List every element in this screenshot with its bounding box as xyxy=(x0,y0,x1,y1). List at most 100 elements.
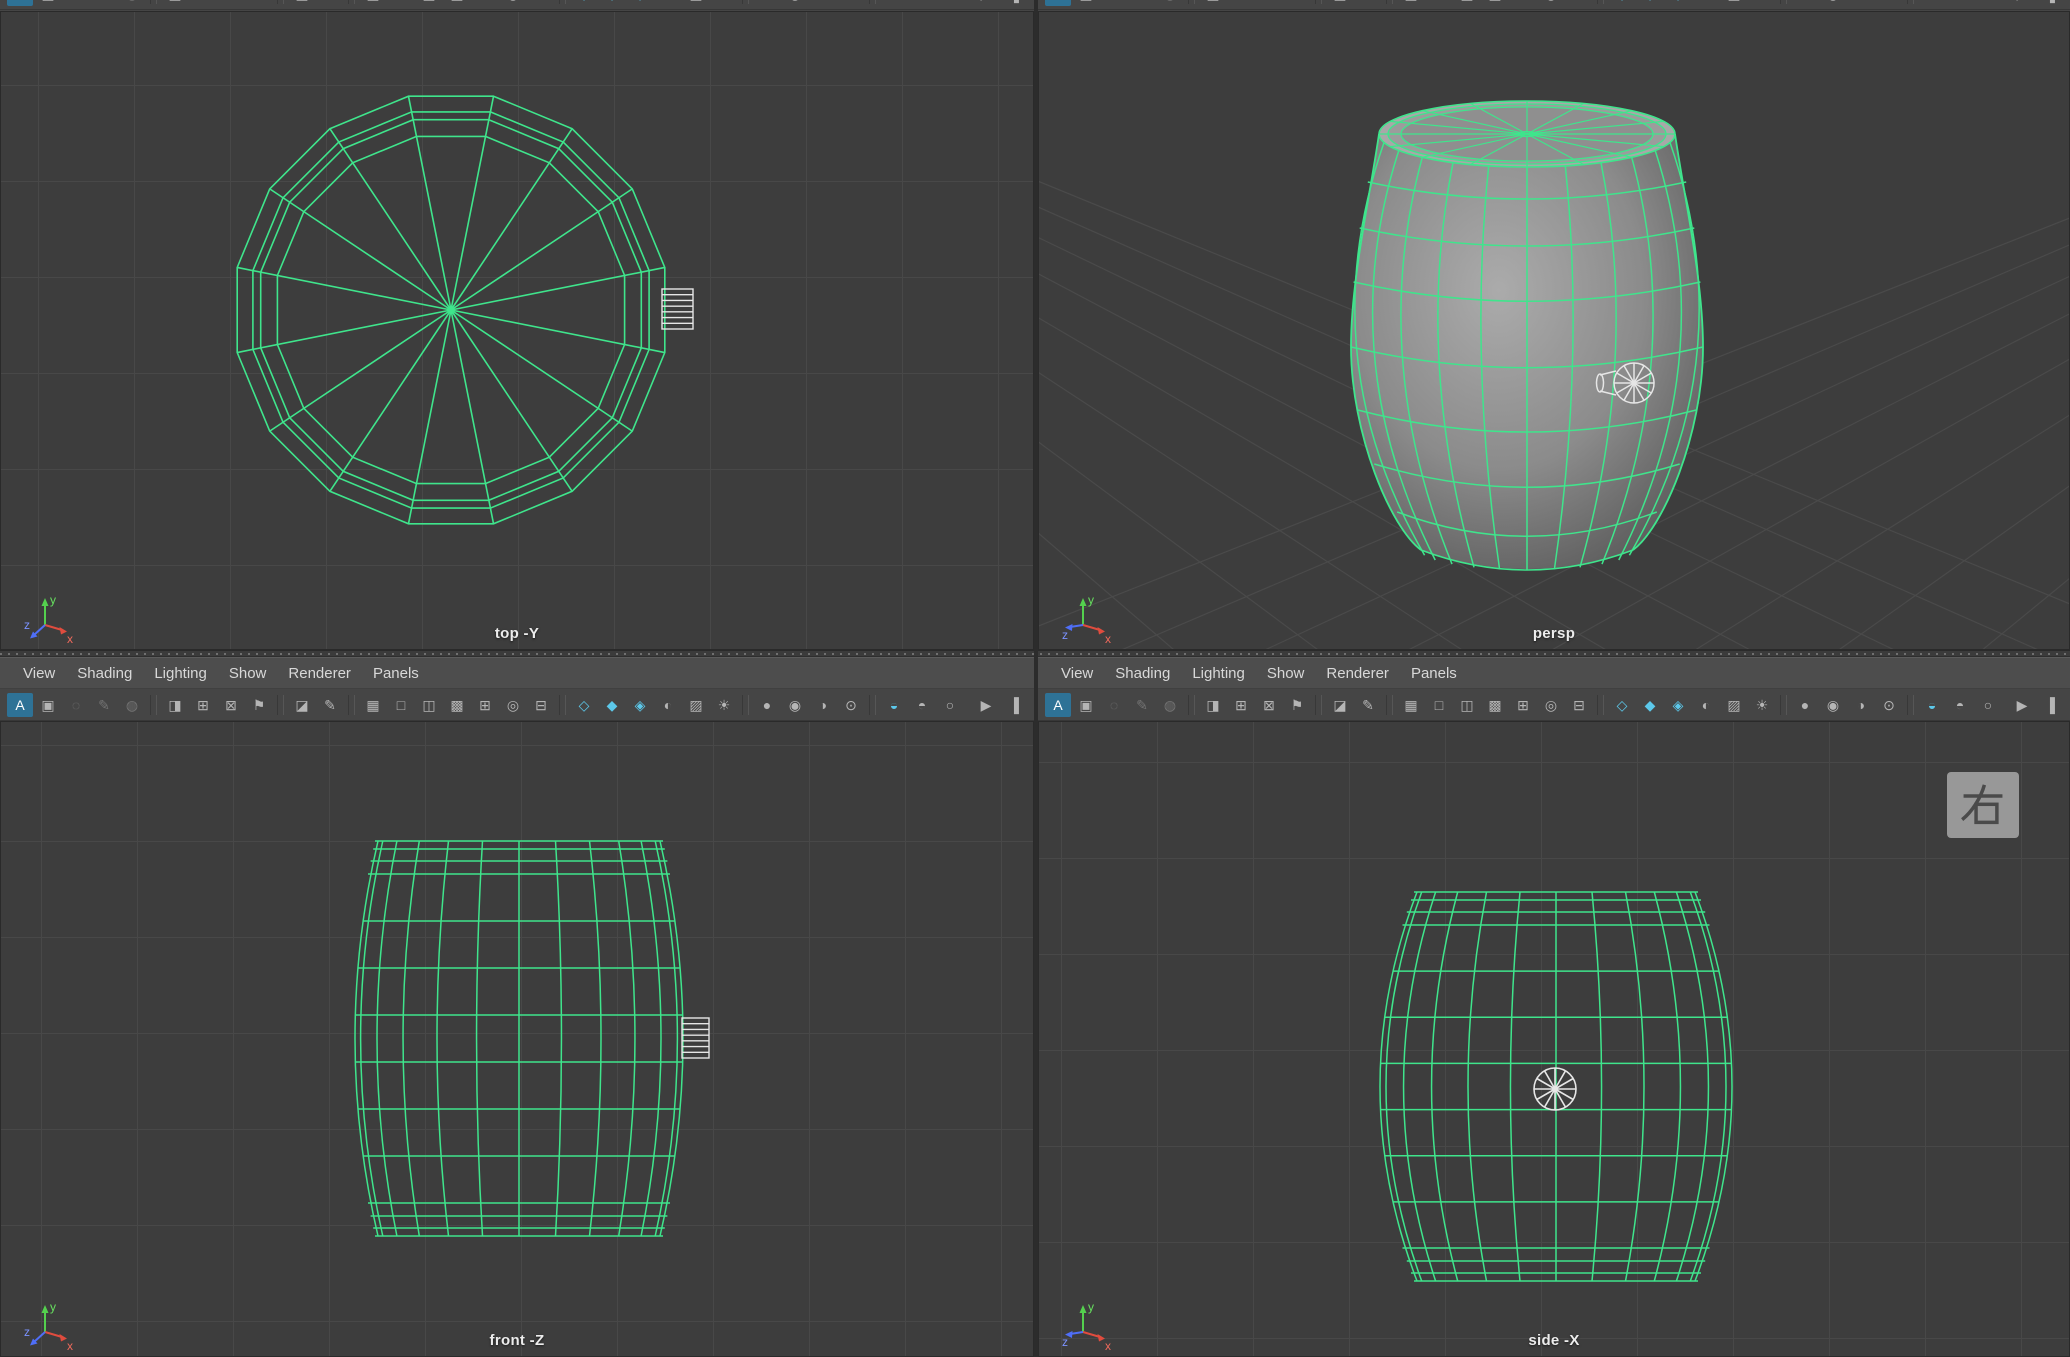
soft-select-icon[interactable]: ◍ xyxy=(1157,0,1183,6)
shaded-display-icon[interactable]: ◆ xyxy=(1637,0,1663,6)
gate-mask-icon[interactable]: ▩ xyxy=(1482,0,1508,6)
wireframe-display-icon[interactable]: ◇ xyxy=(571,693,597,717)
wireframe-on-shaded-icon[interactable]: ▨ xyxy=(683,693,709,717)
bookmark-view-icon[interactable]: ⚑ xyxy=(246,693,272,717)
select-camera-icon[interactable]: ◨ xyxy=(1200,0,1226,6)
wireframe-on-shaded-icon[interactable]: ▨ xyxy=(1721,0,1747,6)
image-plane-icon[interactable]: ◪ xyxy=(289,693,315,717)
xray-mode-icon[interactable]: ◒ xyxy=(881,693,907,717)
motion-blur-icon[interactable]: ◑ xyxy=(810,693,836,717)
resolution-gate-icon[interactable]: ◫ xyxy=(416,0,442,6)
pane-layout-icon[interactable]: ▐ xyxy=(1001,0,1027,6)
select-by-name-icon[interactable]: A xyxy=(7,0,33,6)
safe-title-icon[interactable]: ⊟ xyxy=(528,693,554,717)
multisample-aa-icon[interactable]: ⊙ xyxy=(1876,0,1902,6)
grid-toggle-icon[interactable]: ▦ xyxy=(1398,0,1424,6)
menu-item-panels[interactable]: Panels xyxy=(362,662,430,685)
exposure-icon[interactable]: ◓ xyxy=(1947,0,1973,6)
gate-mask-icon[interactable]: ▩ xyxy=(1482,693,1508,717)
isolate-select-icon[interactable]: ▶ xyxy=(2009,0,2035,6)
use-default-material-icon[interactable]: ◐ xyxy=(1693,0,1719,6)
image-plane-icon[interactable]: ◪ xyxy=(1327,0,1353,6)
field-chart-icon[interactable]: ⊞ xyxy=(1510,693,1536,717)
shaded-display-icon[interactable]: ◆ xyxy=(599,693,625,717)
xray-mode-icon[interactable]: ◒ xyxy=(881,0,907,6)
bookmark-view-icon[interactable]: ⚑ xyxy=(246,0,272,6)
pencil-curve-icon[interactable]: ✎ xyxy=(1355,693,1381,717)
wireframe-on-shaded-icon[interactable]: ▨ xyxy=(1721,693,1747,717)
soft-select-icon[interactable]: ◍ xyxy=(119,693,145,717)
screen-space-ao-icon[interactable]: ◉ xyxy=(782,0,808,6)
safe-action-icon[interactable]: ◎ xyxy=(1538,693,1564,717)
film-gate-icon[interactable]: □ xyxy=(1426,0,1452,6)
screen-space-ao-icon[interactable]: ◉ xyxy=(782,693,808,717)
shadows-icon[interactable]: ● xyxy=(1792,693,1818,717)
pencil-curve-icon[interactable]: ✎ xyxy=(317,0,343,6)
pane-layout-icon[interactable]: ▐ xyxy=(1001,693,1027,717)
screen-space-ao-icon[interactable]: ◉ xyxy=(1820,0,1846,6)
select-by-name-icon[interactable]: A xyxy=(1045,0,1071,6)
camera-lock-icon[interactable]: ⊠ xyxy=(1256,693,1282,717)
shadows-icon[interactable]: ● xyxy=(1792,0,1818,6)
lasso-select-icon[interactable]: ◌ xyxy=(63,0,89,6)
lasso-select-icon[interactable]: ◌ xyxy=(63,693,89,717)
use-default-material-icon[interactable]: ◐ xyxy=(655,693,681,717)
select-camera-icon[interactable]: ◨ xyxy=(162,693,188,717)
paint-select-icon[interactable]: ✎ xyxy=(91,0,117,6)
pane-layout-icon[interactable]: ▐ xyxy=(2037,693,2063,717)
isolate-select-icon[interactable]: ▶ xyxy=(2009,693,2035,717)
lighting-mode-icon[interactable]: ☀ xyxy=(711,693,737,717)
pencil-curve-icon[interactable]: ✎ xyxy=(317,693,343,717)
lighting-mode-icon[interactable]: ☀ xyxy=(1749,0,1775,6)
safe-action-icon[interactable]: ◎ xyxy=(500,0,526,6)
pane-layout-icon[interactable]: ▐ xyxy=(2037,0,2063,6)
gamma-icon[interactable]: ○ xyxy=(1975,0,2001,6)
image-plane-icon[interactable]: ◪ xyxy=(289,0,315,6)
resolution-gate-icon[interactable]: ◫ xyxy=(416,693,442,717)
motion-blur-icon[interactable]: ◑ xyxy=(1848,0,1874,6)
image-plane-icon[interactable]: ◪ xyxy=(1327,693,1353,717)
safe-title-icon[interactable]: ⊟ xyxy=(1566,693,1592,717)
menu-item-panels[interactable]: Panels xyxy=(1400,662,1468,685)
snap-to-grid-icon[interactable]: ▣ xyxy=(35,693,61,717)
grid-toggle-icon[interactable]: ▦ xyxy=(1398,693,1424,717)
shaded-display-icon[interactable]: ◆ xyxy=(599,0,625,6)
menu-item-shading[interactable]: Shading xyxy=(66,662,143,685)
safe-title-icon[interactable]: ⊟ xyxy=(528,0,554,6)
film-gate-icon[interactable]: □ xyxy=(1426,693,1452,717)
menu-item-lighting[interactable]: Lighting xyxy=(143,662,218,685)
menu-item-view[interactable]: View xyxy=(1050,662,1104,685)
snap-to-grid-icon[interactable]: ▣ xyxy=(1073,693,1099,717)
bookmark-view-icon[interactable]: ⚑ xyxy=(1284,0,1310,6)
menu-item-show[interactable]: Show xyxy=(1256,662,1316,685)
use-default-material-icon[interactable]: ◐ xyxy=(655,0,681,6)
resolution-gate-icon[interactable]: ◫ xyxy=(1454,693,1480,717)
safe-action-icon[interactable]: ◎ xyxy=(500,693,526,717)
exposure-icon[interactable]: ◓ xyxy=(1947,693,1973,717)
multisample-aa-icon[interactable]: ⊙ xyxy=(1876,693,1902,717)
paint-select-icon[interactable]: ✎ xyxy=(1129,693,1155,717)
xray-mode-icon[interactable]: ◒ xyxy=(1919,0,1945,6)
textured-display-icon[interactable]: ◈ xyxy=(1665,0,1691,6)
motion-blur-icon[interactable]: ◑ xyxy=(1848,693,1874,717)
lighting-mode-icon[interactable]: ☀ xyxy=(711,0,737,6)
menu-item-lighting[interactable]: Lighting xyxy=(1181,662,1256,685)
field-chart-icon[interactable]: ⊞ xyxy=(472,693,498,717)
select-by-name-icon[interactable]: A xyxy=(1045,693,1071,717)
isolate-select-icon[interactable]: ▶ xyxy=(973,693,999,717)
shadows-icon[interactable]: ● xyxy=(754,0,780,6)
resolution-gate-icon[interactable]: ◫ xyxy=(1454,0,1480,6)
xray-mode-icon[interactable]: ◒ xyxy=(1919,693,1945,717)
camera-lock-icon[interactable]: ⊠ xyxy=(218,0,244,6)
wireframe-display-icon[interactable]: ◇ xyxy=(571,0,597,6)
field-chart-icon[interactable]: ⊞ xyxy=(1510,0,1536,6)
soft-select-icon[interactable]: ◍ xyxy=(1157,693,1183,717)
camera-settings-icon[interactable]: ⊞ xyxy=(190,0,216,6)
menu-item-renderer[interactable]: Renderer xyxy=(277,662,362,685)
isolate-select-icon[interactable]: ▶ xyxy=(973,0,999,6)
viewport-front[interactable]: y x z front -Z xyxy=(0,721,1034,1357)
textured-display-icon[interactable]: ◈ xyxy=(627,0,653,6)
wireframe-display-icon[interactable]: ◇ xyxy=(1609,693,1635,717)
textured-display-icon[interactable]: ◈ xyxy=(627,693,653,717)
motion-blur-icon[interactable]: ◑ xyxy=(810,0,836,6)
